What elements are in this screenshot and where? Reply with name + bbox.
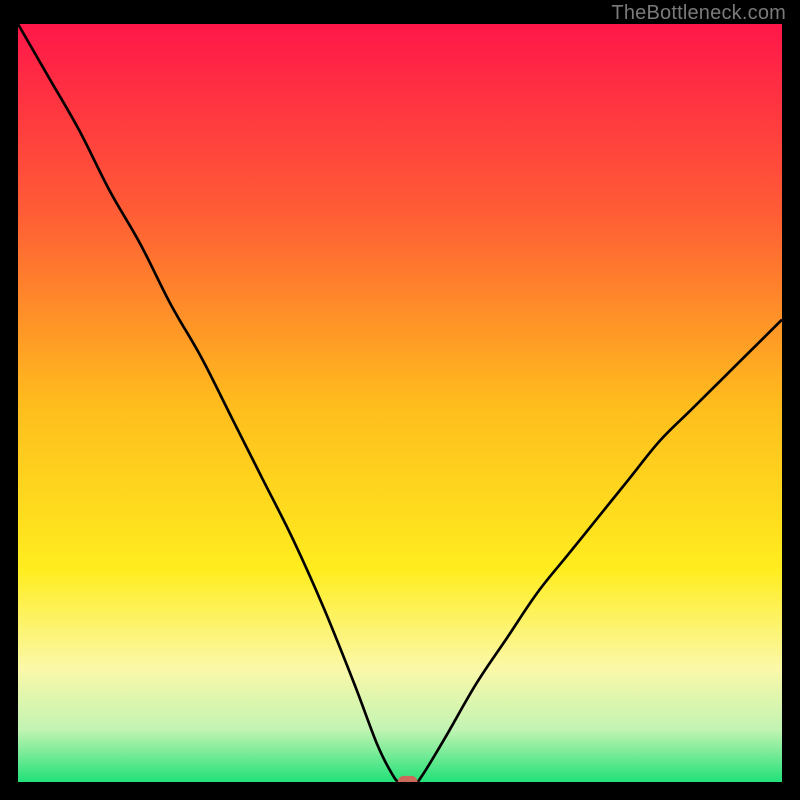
marker-layer bbox=[398, 776, 418, 782]
watermark-text: TheBottleneck.com bbox=[611, 2, 786, 25]
min-point-marker bbox=[398, 776, 418, 782]
gradient-background bbox=[18, 24, 782, 782]
plot-svg bbox=[18, 24, 782, 782]
plot-area bbox=[18, 24, 782, 782]
figure: TheBottleneck.com bbox=[0, 0, 800, 800]
